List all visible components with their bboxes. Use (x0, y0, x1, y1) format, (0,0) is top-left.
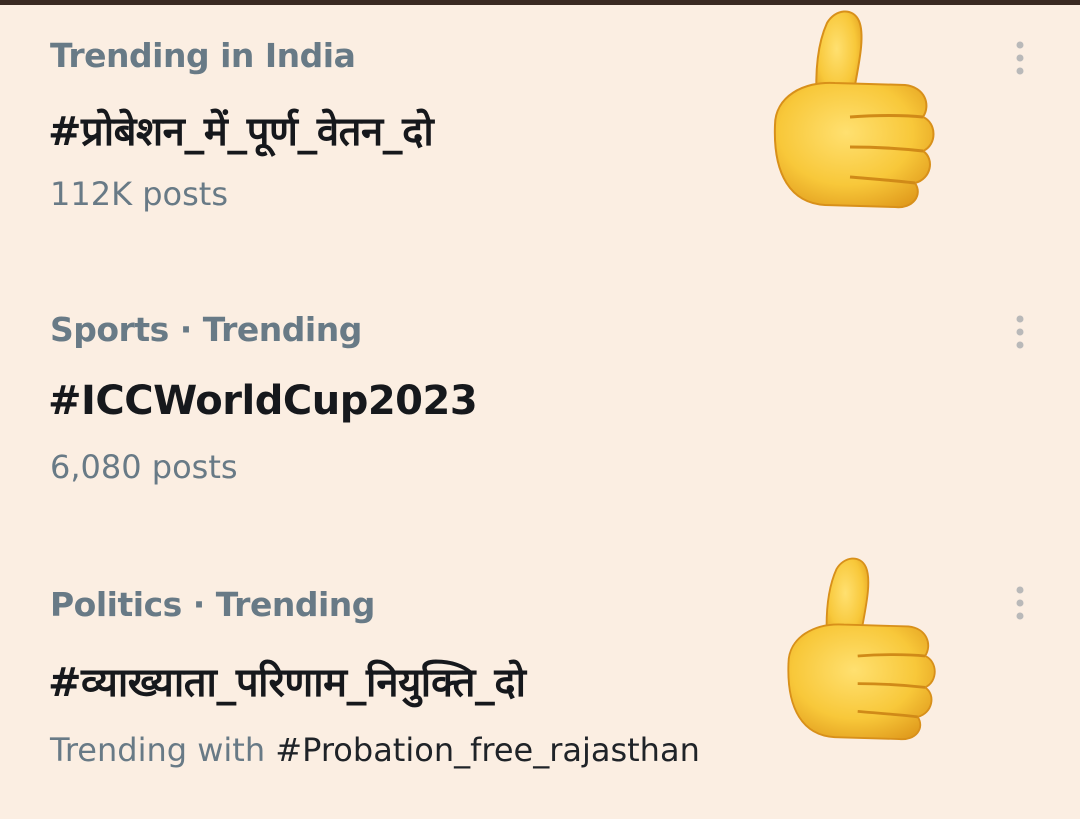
more-options-button[interactable] (1008, 582, 1032, 626)
trending-with-label: Trending with (50, 731, 276, 769)
trend-context: Politics · Trending (50, 585, 375, 624)
more-vertical-icon (1016, 41, 1024, 75)
more-vertical-icon (1016, 586, 1024, 620)
related-hashtag-link[interactable]: #Probation_free_rajasthan (275, 731, 700, 769)
thumbs-up-emoji (770, 552, 950, 747)
trend-context: Trending in India (50, 36, 356, 75)
trend-post-count: 112K posts (50, 175, 229, 213)
trend-title[interactable]: #प्रोबेशन_में_पूर्ण_वेतन_दो (48, 102, 434, 157)
trend-item[interactable]: Sports · Trending #ICCWorldCup2023 6,080… (0, 270, 1080, 545)
trend-meta: Trending with #Probation_free_rajasthan (50, 731, 700, 769)
thumbs-up-emoji (755, 5, 950, 215)
trend-title[interactable]: #ICCWorldCup2023 (48, 378, 478, 424)
trend-title[interactable]: #व्याख्याता_परिणाम_नियुक्ति_दो (48, 653, 526, 708)
trend-context: Sports · Trending (50, 310, 362, 349)
trend-post-count: 6,080 posts (50, 448, 238, 486)
more-vertical-icon (1016, 315, 1024, 349)
more-options-button[interactable] (1008, 311, 1032, 355)
more-options-button[interactable] (1008, 37, 1032, 81)
